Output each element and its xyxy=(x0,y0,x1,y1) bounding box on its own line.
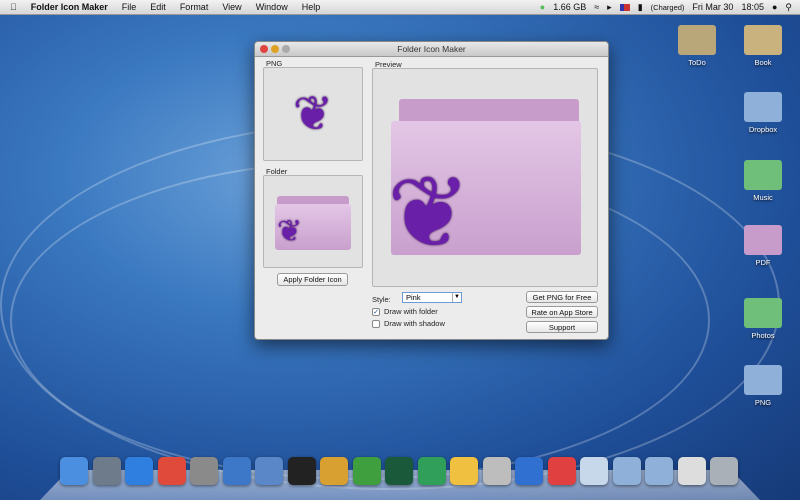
dock-trash-icon[interactable] xyxy=(710,457,738,485)
input-flag-icon[interactable] xyxy=(619,3,630,11)
close-button[interactable] xyxy=(260,45,268,53)
support-button[interactable]: Support xyxy=(526,321,598,333)
desktop-icon-label: Book xyxy=(754,58,772,67)
draw-with-shadow-checkbox[interactable]: Draw with shadow xyxy=(372,319,445,329)
menu-window[interactable]: Window xyxy=(256,2,288,12)
user-icon[interactable]: ● xyxy=(772,2,777,12)
volume-icon[interactable]: ▸ xyxy=(607,2,612,13)
menu-file[interactable]: File xyxy=(122,2,137,12)
battery-icon[interactable]: ▮ xyxy=(638,2,643,13)
memory-status-icon[interactable]: ● xyxy=(540,2,545,12)
folder-icon-maker-window: Folder Icon Maker PNG ❦ Folder ❦ Apply F… xyxy=(254,41,609,340)
draw-with-folder-label: Draw with folder xyxy=(384,307,438,316)
folder-icon xyxy=(678,25,716,55)
dock-activity-icon[interactable] xyxy=(385,457,413,485)
dock-system-preferences-icon[interactable] xyxy=(190,457,218,485)
desktop-icon-label: PDF xyxy=(755,258,771,267)
folder-icon xyxy=(744,25,782,55)
zoom-button[interactable] xyxy=(282,45,290,53)
desktop-icon-book[interactable]: Book xyxy=(736,25,790,67)
folder-icon: ❦ xyxy=(273,192,353,252)
dock-xcode-icon[interactable] xyxy=(222,457,251,485)
desktop-icon-png[interactable]: PNG xyxy=(736,365,790,407)
desktop-icon-pdf[interactable]: PDF xyxy=(736,225,790,267)
menu-format[interactable]: Format xyxy=(180,2,209,12)
desktop-icon-label: Dropbox xyxy=(748,125,778,134)
folder-icon xyxy=(744,298,782,328)
menu-edit[interactable]: Edit xyxy=(150,2,166,12)
spotlight-icon[interactable]: ⚲ xyxy=(785,2,792,13)
dock-finder-icon[interactable] xyxy=(60,457,88,485)
folder-icon xyxy=(744,160,782,190)
folder-icon xyxy=(744,92,782,122)
dock-instruments-icon[interactable] xyxy=(255,457,283,485)
desktop-icon-photos[interactable]: Photos xyxy=(736,298,790,340)
battery-status[interactable]: (Charged) xyxy=(651,3,685,12)
dock-terminal-icon[interactable] xyxy=(287,457,316,485)
preview-folder-icon: ❦ xyxy=(385,93,585,263)
desktop-icon-music[interactable]: Music xyxy=(736,160,790,202)
desktop-icon-dropbox[interactable]: Dropbox xyxy=(736,92,790,134)
wifi-icon[interactable]: ≈ xyxy=(594,2,599,12)
menu-bar:  Folder Icon Maker File Edit Format Vie… xyxy=(0,0,800,15)
apply-folder-icon-button[interactable]: Apply Folder Icon xyxy=(277,273,348,286)
get-png-button[interactable]: Get PNG for Free xyxy=(526,291,598,303)
dock-evernote-icon[interactable] xyxy=(352,457,381,485)
minimize-button[interactable] xyxy=(271,45,279,53)
checkmark-icon: ✓ xyxy=(372,308,380,317)
dock-app-store-icon[interactable] xyxy=(125,457,153,485)
butterfly-image: ❦ xyxy=(292,88,334,141)
draw-with-folder-checkbox[interactable]: ✓ Draw with folder xyxy=(372,307,438,317)
dock-launchpad-icon[interactable] xyxy=(92,457,121,485)
style-select[interactable]: Pink ▼ xyxy=(402,292,462,303)
rate-app-store-button[interactable]: Rate on App Store xyxy=(526,306,598,318)
title-bar[interactable]: Folder Icon Maker xyxy=(255,42,608,57)
preview-well: ❦ xyxy=(372,68,598,287)
desktop-icon-label: Photos xyxy=(751,331,775,340)
folder-icon xyxy=(744,365,782,395)
menu-view[interactable]: View xyxy=(222,2,241,12)
folder-icon-well[interactable]: ❦ xyxy=(263,175,363,268)
dock-applications-icon[interactable] xyxy=(645,457,673,485)
menu-app-name[interactable]: Folder Icon Maker xyxy=(31,2,108,12)
apple-icon[interactable]:  xyxy=(10,2,17,12)
dock-colors-icon[interactable] xyxy=(547,457,576,485)
window-title: Folder Icon Maker xyxy=(397,44,466,54)
style-select-value: Pink xyxy=(406,293,421,302)
chevron-down-icon: ▼ xyxy=(452,293,461,302)
desktop-icon-label: Music xyxy=(753,193,773,202)
checkbox-box xyxy=(372,320,380,329)
folder-icon xyxy=(744,225,782,255)
desktop-icon-label: PNG xyxy=(754,398,772,407)
dock-xcode-simulator-icon[interactable] xyxy=(515,457,543,485)
dock-preview-icon[interactable] xyxy=(580,457,608,485)
dock-calculator-icon[interactable] xyxy=(482,457,511,485)
dock-chrome-icon[interactable] xyxy=(157,457,186,485)
desktop-icon-todo[interactable]: ToDo xyxy=(670,25,724,67)
clock-date[interactable]: Fri Mar 30 xyxy=(692,2,733,12)
desktop-icon-label: ToDo xyxy=(688,58,706,67)
dock-folder-icon[interactable] xyxy=(612,457,641,485)
clock-time[interactable]: 18:05 xyxy=(741,2,764,12)
png-drop-well[interactable]: ❦ xyxy=(263,67,363,161)
draw-with-shadow-label: Draw with shadow xyxy=(384,319,445,328)
dock-coda-icon[interactable] xyxy=(417,457,446,485)
dock xyxy=(60,457,740,485)
style-label: Style: xyxy=(372,295,391,304)
dock-wunderkit-icon[interactable] xyxy=(450,457,478,485)
memory-status[interactable]: 1.66 GB xyxy=(553,2,586,12)
dock-ray-gun-icon[interactable] xyxy=(320,457,348,485)
dock-documents-icon[interactable] xyxy=(677,457,706,485)
menu-help[interactable]: Help xyxy=(302,2,321,12)
